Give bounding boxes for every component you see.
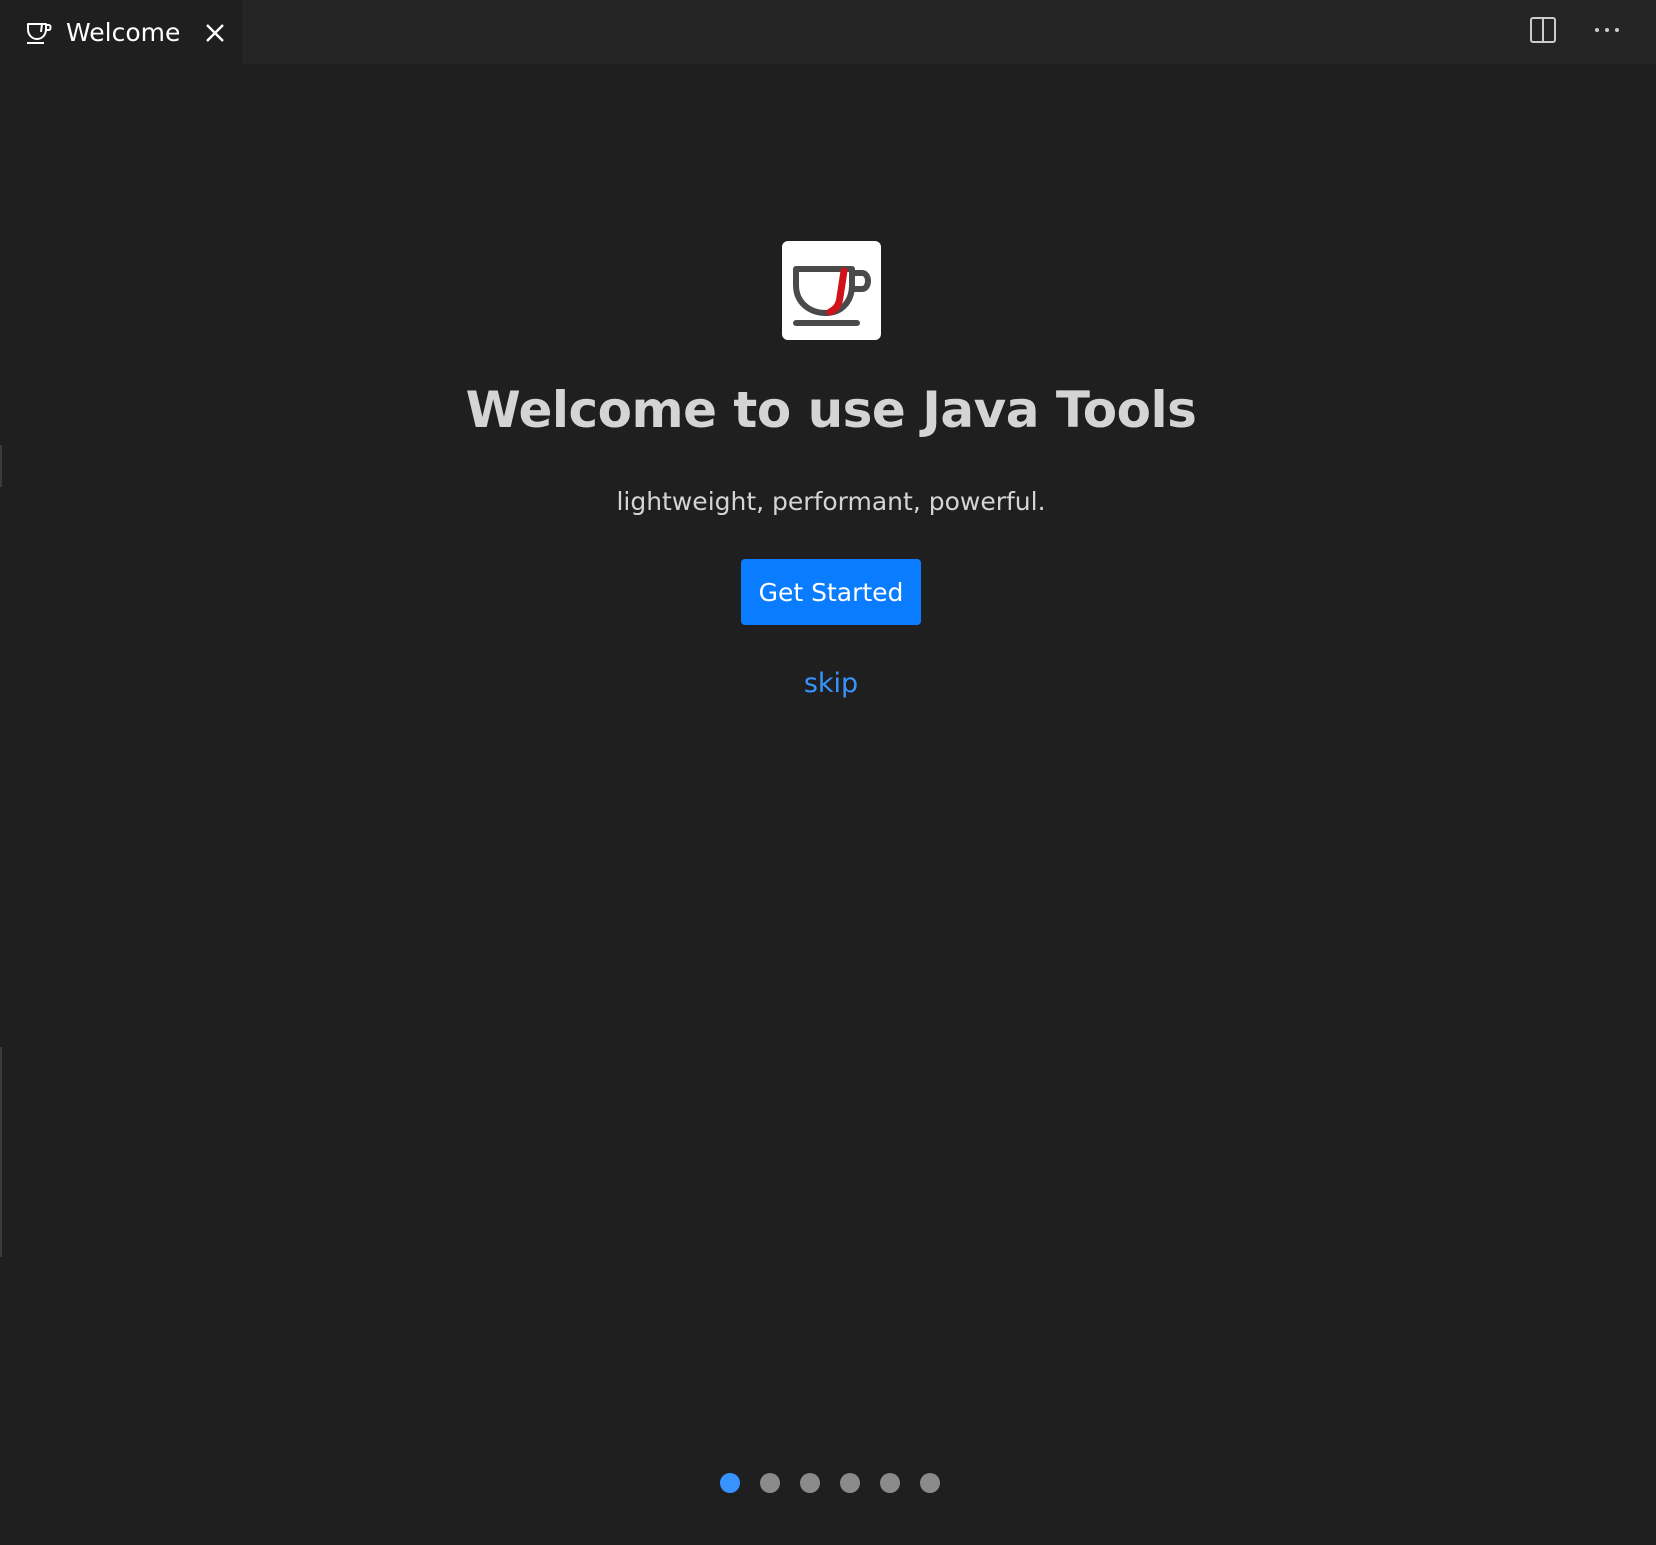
get-started-button[interactable]: Get Started	[741, 559, 921, 625]
pagination-dots	[720, 1473, 960, 1493]
tab-welcome[interactable]: Welcome	[0, 0, 242, 65]
edge-divider	[0, 445, 2, 487]
pagination-dot[interactable]	[720, 1473, 740, 1493]
java-logo-icon	[782, 241, 881, 340]
page-subtitle: lightweight, performant, powerful.	[616, 487, 1046, 516]
skip-link-container: skip	[0, 668, 1656, 699]
pagination-dot[interactable]	[880, 1473, 900, 1493]
pagination-dot[interactable]	[920, 1473, 940, 1493]
pagination-dot[interactable]	[840, 1473, 860, 1493]
editor-actions	[1528, 0, 1656, 60]
more-actions-icon[interactable]	[1592, 15, 1622, 45]
skip-link[interactable]: skip	[804, 668, 858, 699]
edge-divider	[0, 1047, 2, 1257]
split-editor-icon[interactable]	[1528, 15, 1558, 45]
welcome-page: Welcome to use Java Tools lightweight, p…	[0, 65, 1656, 1545]
page-title: Welcome to use Java Tools	[465, 381, 1197, 439]
tab-label: Welcome	[66, 18, 181, 47]
pagination-dot[interactable]	[760, 1473, 780, 1493]
pagination-dot[interactable]	[800, 1473, 820, 1493]
coffee-cup-icon	[24, 18, 54, 48]
close-icon[interactable]	[202, 20, 228, 46]
tab-bar: Welcome	[0, 0, 1656, 65]
editor-window: Welcome Welcome to use Java Tools lightw…	[0, 0, 1656, 1545]
